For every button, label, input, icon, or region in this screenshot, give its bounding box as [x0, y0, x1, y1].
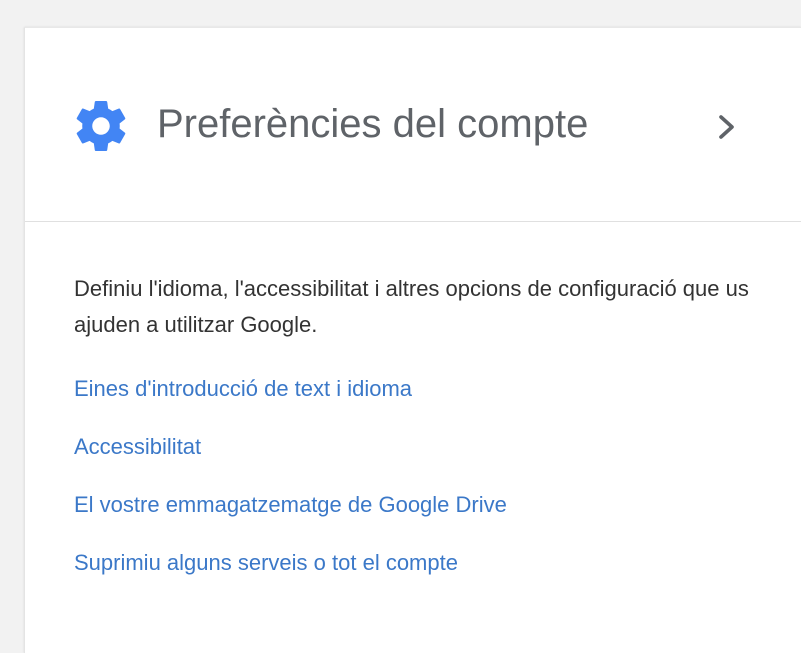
gear-icon [76, 101, 126, 151]
chevron-right-icon[interactable] [715, 112, 739, 142]
list-item: El vostre emmagatzematge de Google Drive [74, 487, 781, 545]
preferences-link-list: Eines d'introducció de text i idioma Acc… [74, 371, 781, 603]
card-description: Definiu l'idioma, l'accessibilitat i alt… [74, 276, 749, 337]
delete-services-or-account-link[interactable]: Suprimiu alguns serveis o tot el compte [74, 550, 458, 575]
list-item: Suprimiu alguns serveis o tot el compte [74, 545, 781, 603]
google-drive-storage-link[interactable]: El vostre emmagatzematge de Google Drive [74, 492, 507, 517]
list-item: Eines d'introducció de text i idioma [74, 371, 781, 429]
input-tools-language-link[interactable]: Eines d'introducció de text i idioma [74, 376, 412, 401]
accessibility-link[interactable]: Accessibilitat [74, 434, 201, 459]
list-item: Accessibilitat [74, 429, 781, 487]
card-title: Preferències del compte [157, 102, 589, 146]
card-header[interactable]: Preferències del compte [25, 28, 801, 222]
card-body: Definiu l'idioma, l'accessibilitat i alt… [74, 271, 781, 603]
account-preferences-card: Preferències del compte Definiu l'idioma… [24, 27, 801, 653]
